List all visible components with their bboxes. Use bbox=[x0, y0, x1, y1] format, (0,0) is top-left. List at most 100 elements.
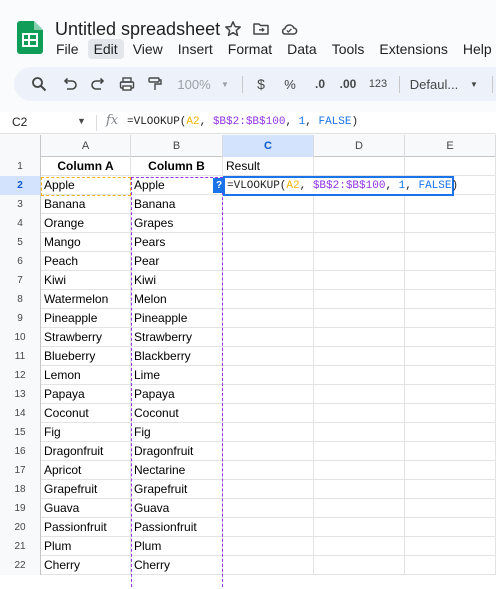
cell-e[interactable] bbox=[405, 480, 496, 499]
row-header[interactable]: 22 bbox=[0, 556, 41, 575]
cell-d[interactable] bbox=[314, 195, 405, 214]
number-format-button[interactable]: 123 bbox=[368, 67, 388, 101]
select-all-corner[interactable] bbox=[0, 135, 41, 157]
row-header[interactable]: 8 bbox=[0, 290, 41, 309]
cell-a[interactable]: Coconut bbox=[41, 404, 131, 423]
cell-c[interactable] bbox=[223, 518, 314, 537]
cell-a[interactable]: Banana bbox=[41, 195, 131, 214]
spreadsheet-grid[interactable]: A B C D E 1 Column A Column B Result 2 Apple A… bbox=[0, 135, 496, 589]
row-header[interactable]: 5 bbox=[0, 233, 41, 252]
cell-c[interactable] bbox=[223, 347, 314, 366]
cell-e[interactable] bbox=[405, 157, 496, 176]
cell-a[interactable]: Kiwi bbox=[41, 271, 131, 290]
cell-d[interactable] bbox=[314, 556, 405, 575]
menu-edit[interactable]: Edit bbox=[87, 39, 124, 59]
cell-e[interactable] bbox=[405, 366, 496, 385]
cell-a[interactable]: Passionfruit bbox=[41, 518, 131, 537]
print-button[interactable] bbox=[116, 67, 138, 101]
cell-c[interactable] bbox=[223, 442, 314, 461]
row-header[interactable]: 6 bbox=[0, 252, 41, 271]
cell-c[interactable] bbox=[223, 480, 314, 499]
row-header[interactable]: 17 bbox=[0, 461, 41, 480]
increase-decimal-button[interactable]: .00 bbox=[338, 67, 358, 101]
cell-e[interactable] bbox=[405, 442, 496, 461]
font-family-select[interactable]: Defaul... bbox=[409, 67, 459, 101]
menu-data[interactable]: Data bbox=[281, 39, 323, 59]
cell-a[interactable]: Mango bbox=[41, 233, 131, 252]
cell-e[interactable] bbox=[405, 233, 496, 252]
cell-c[interactable] bbox=[223, 461, 314, 480]
row-header[interactable]: 11 bbox=[0, 347, 41, 366]
cell-c[interactable] bbox=[223, 252, 314, 271]
cell-c[interactable] bbox=[223, 556, 314, 575]
menu-view[interactable]: View bbox=[127, 39, 169, 59]
cell-a[interactable]: Plum bbox=[41, 537, 131, 556]
search-menus-button[interactable] bbox=[28, 67, 50, 101]
cell-d[interactable] bbox=[314, 423, 405, 442]
row-header[interactable]: 7 bbox=[0, 271, 41, 290]
row-header[interactable]: 19 bbox=[0, 499, 41, 518]
cell-c[interactable] bbox=[223, 328, 314, 347]
cell-e[interactable] bbox=[405, 423, 496, 442]
cell-d[interactable] bbox=[314, 480, 405, 499]
cell-c[interactable] bbox=[223, 404, 314, 423]
cell-a[interactable]: Papaya bbox=[41, 385, 131, 404]
column-header-a[interactable]: A bbox=[41, 135, 131, 157]
cell-d[interactable] bbox=[314, 214, 405, 233]
menu-file[interactable]: File bbox=[50, 39, 85, 59]
cell-d[interactable] bbox=[314, 404, 405, 423]
cloud-saved-icon[interactable] bbox=[280, 20, 298, 38]
cell-d[interactable] bbox=[314, 328, 405, 347]
cell-b[interactable]: Column B bbox=[131, 157, 223, 176]
cell-e[interactable] bbox=[405, 309, 496, 328]
currency-format-button[interactable]: $ bbox=[254, 67, 268, 101]
row-header[interactable]: 18 bbox=[0, 480, 41, 499]
cell-c[interactable] bbox=[223, 214, 314, 233]
menu-extensions[interactable]: Extensions bbox=[373, 39, 453, 59]
cell-e[interactable] bbox=[405, 290, 496, 309]
column-header-b[interactable]: B bbox=[131, 135, 223, 157]
cell-e[interactable] bbox=[405, 252, 496, 271]
cell-e[interactable] bbox=[405, 499, 496, 518]
cell-d[interactable] bbox=[314, 518, 405, 537]
cell-d[interactable] bbox=[314, 385, 405, 404]
cell-e[interactable] bbox=[405, 328, 496, 347]
star-icon[interactable] bbox=[224, 20, 242, 38]
menu-tools[interactable]: Tools bbox=[326, 39, 371, 59]
cell-a[interactable]: Grapefruit bbox=[41, 480, 131, 499]
cell-a[interactable]: Fig bbox=[41, 423, 131, 442]
cell-d[interactable] bbox=[314, 347, 405, 366]
row-header[interactable]: 3 bbox=[0, 195, 41, 214]
font-chevron-down-icon[interactable]: ▼ bbox=[468, 67, 480, 101]
cell-a[interactable]: Blueberry bbox=[41, 347, 131, 366]
cell-c[interactable] bbox=[223, 233, 314, 252]
cell-e[interactable] bbox=[405, 404, 496, 423]
name-box-chevron-down-icon[interactable]: ▼ bbox=[77, 116, 86, 126]
cell-c[interactable] bbox=[223, 366, 314, 385]
row-header[interactable]: 4 bbox=[0, 214, 41, 233]
cell-d[interactable] bbox=[314, 442, 405, 461]
column-header-c[interactable]: C bbox=[223, 135, 314, 157]
cell-c[interactable] bbox=[223, 499, 314, 518]
sheets-logo-icon[interactable] bbox=[17, 21, 43, 54]
row-header[interactable]: 2 bbox=[0, 176, 41, 195]
name-box[interactable]: C2 bbox=[12, 115, 27, 129]
cell-a[interactable]: Apricot bbox=[41, 461, 131, 480]
row-header[interactable]: 10 bbox=[0, 328, 41, 347]
cell-a[interactable]: Dragonfruit bbox=[41, 442, 131, 461]
row-header[interactable]: 9 bbox=[0, 309, 41, 328]
row-header[interactable]: 15 bbox=[0, 423, 41, 442]
cell-d[interactable] bbox=[314, 233, 405, 252]
row-header[interactable]: 13 bbox=[0, 385, 41, 404]
cell-e[interactable] bbox=[405, 347, 496, 366]
column-header-e[interactable]: E bbox=[405, 135, 496, 157]
zoom-chevron-down-icon[interactable]: ▼ bbox=[219, 67, 231, 101]
cell-a[interactable]: Orange bbox=[41, 214, 131, 233]
zoom-value[interactable]: 100% bbox=[177, 67, 211, 101]
cell-a[interactable]: Pineapple bbox=[41, 309, 131, 328]
cell-c[interactable] bbox=[223, 423, 314, 442]
cell-c[interactable] bbox=[223, 537, 314, 556]
cell-c[interactable] bbox=[223, 309, 314, 328]
undo-button[interactable] bbox=[59, 67, 81, 101]
cell-a[interactable]: Guava bbox=[41, 499, 131, 518]
